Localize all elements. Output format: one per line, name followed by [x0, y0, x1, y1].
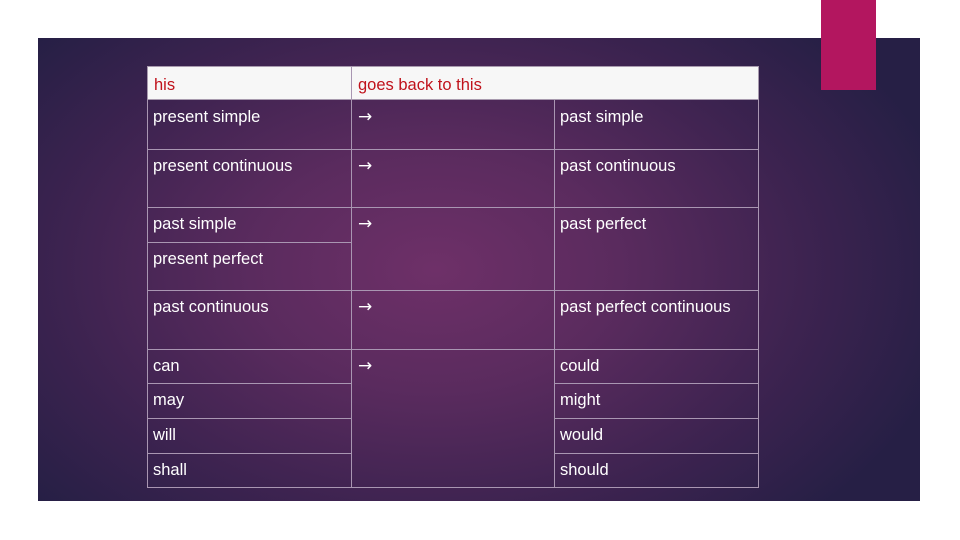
- cell-from: past simple: [153, 215, 237, 233]
- header-cell-his: his: [154, 76, 176, 94]
- arrow-icon: →: [358, 214, 373, 234]
- cell-from: present continuous: [153, 157, 293, 175]
- arrow-icon: →: [358, 356, 373, 376]
- header-divider: [351, 66, 352, 100]
- slide: his goes back to this present simple → p…: [0, 0, 960, 540]
- arrow-icon: →: [358, 156, 373, 176]
- cell-to: might: [560, 391, 601, 409]
- header-cell-goes-back: goes back to this: [358, 76, 482, 94]
- table-border-right: [758, 100, 759, 488]
- cell-from: shall: [153, 461, 187, 479]
- arrow-icon: →: [358, 297, 373, 317]
- cell-to: past perfect: [560, 215, 647, 233]
- tense-backshift-table: his goes back to this present simple → p…: [147, 66, 759, 488]
- cell-to: would: [560, 426, 604, 444]
- table-header-row: his goes back to this: [147, 66, 759, 100]
- cell-from: will: [153, 426, 176, 444]
- accent-bar: [821, 0, 876, 90]
- cell-to: past continuous: [560, 157, 676, 175]
- cell-from: may: [153, 391, 185, 409]
- cell-from: present perfect: [153, 250, 264, 268]
- cell-from: can: [153, 357, 180, 375]
- cell-to: past simple: [560, 108, 644, 126]
- cell-to: past perfect continuous: [560, 298, 731, 316]
- cell-from: present simple: [153, 108, 261, 126]
- table-border-bottom: [147, 487, 759, 488]
- cell-from: past continuous: [153, 298, 269, 316]
- row-divider: [147, 207, 759, 208]
- cell-to: could: [560, 357, 600, 375]
- row-divider: [147, 349, 759, 350]
- row-divider-partial: [147, 418, 352, 419]
- cell-to: should: [560, 461, 609, 479]
- arrow-icon: →: [358, 107, 373, 127]
